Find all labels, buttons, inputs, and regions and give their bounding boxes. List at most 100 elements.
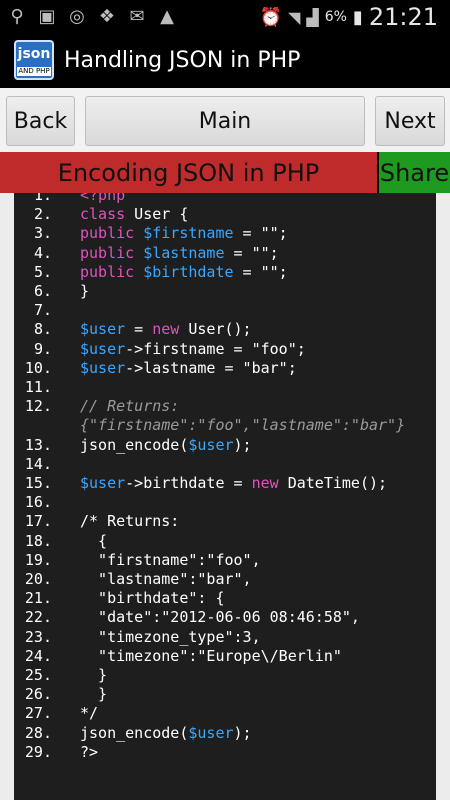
code-token: // Returns: xyxy=(80,397,180,416)
code-text: class User { xyxy=(80,205,188,224)
usb-icon: ⚲ xyxy=(10,5,24,27)
main-button[interactable]: Main xyxy=(85,96,365,146)
code-token: public xyxy=(80,262,135,281)
code-text: $user = new User(); xyxy=(80,320,252,339)
wifi-icon: ◥ xyxy=(288,7,301,27)
code-text: } xyxy=(80,666,107,685)
code-token: = ""; xyxy=(233,262,288,281)
code-text: {"firstname":"foo","lastname":"bar"} xyxy=(80,416,405,435)
line-number: 24. xyxy=(24,646,52,665)
code-token: DateTime(); xyxy=(278,474,388,492)
code-block[interactable]: 1. <?php 2. class User {3. public $firstname… xyxy=(14,193,436,800)
code-token: = ""; xyxy=(233,224,288,243)
line-number: 16. xyxy=(24,493,52,512)
code-text: $user->birthdate = new DateTime(); xyxy=(80,474,387,493)
code-text: json_encode($user); xyxy=(80,724,252,743)
line-number: 6. xyxy=(33,282,52,300)
code-text: "birthdate": { xyxy=(80,589,225,608)
code-text: public $birthdate = ""; xyxy=(80,263,288,282)
action-bar: json AND PHP Handling JSON in PHP xyxy=(0,32,450,88)
dropbox-icon: ❖ xyxy=(98,5,116,27)
line-number: 21. xyxy=(24,589,52,608)
code-token: new xyxy=(152,320,180,339)
notification-icons: ⚲ ▣ ◎ ❖ ✉ ▲ xyxy=(6,5,178,27)
code-text: "timezone":"Europe\/Berlin" xyxy=(80,647,342,666)
code-text: "firstname":"foo", xyxy=(80,551,261,570)
alarm-icon: ⏰ xyxy=(259,6,283,28)
code-text: "timezone_type":3, xyxy=(80,628,261,647)
code-text: } xyxy=(80,685,107,704)
code-text: json_encode($user); xyxy=(80,436,252,455)
code-token: new xyxy=(251,474,279,492)
code-token: $user xyxy=(80,474,126,492)
line-number: 2. xyxy=(33,205,52,224)
line-number: 25. xyxy=(24,666,52,684)
status-indicators: ⏰ ◥ ▟ 6% ▮ 21:21 xyxy=(260,3,438,31)
code-token: "birthdate": { xyxy=(80,589,225,608)
line-number: 14. xyxy=(24,454,52,473)
code-token: class xyxy=(80,205,126,224)
code-token: $user xyxy=(80,339,126,358)
code-text: $user->firstname = "foo"; xyxy=(80,340,306,359)
code-token: {"firstname":"foo","lastname":"bar"} xyxy=(80,416,406,435)
next-button[interactable]: Next xyxy=(375,96,445,146)
code-token: $birthdate xyxy=(143,262,234,281)
code-token: "timezone":"Europe\/Berlin" xyxy=(80,646,342,665)
line-number: 9. xyxy=(33,339,52,358)
code-token: } xyxy=(80,282,90,300)
code-token: $firstname xyxy=(143,224,234,243)
whatsapp-icon: ◎ xyxy=(69,5,85,27)
code-token: "firstname":"foo", xyxy=(80,550,261,569)
line-number: 12. xyxy=(24,397,52,416)
code-text: { xyxy=(80,532,107,551)
code-token: } xyxy=(80,685,108,704)
code-token: User { xyxy=(125,205,189,224)
app-icon-sublabel: AND PHP xyxy=(17,67,51,76)
line-number: 20. xyxy=(24,570,52,588)
code-token: ); xyxy=(233,723,252,742)
code-token: = xyxy=(125,320,153,339)
line-number: 5. xyxy=(33,262,52,281)
code-token: ?> xyxy=(80,742,99,761)
status-bar: ⚲ ▣ ◎ ❖ ✉ ▲ ⏰ ◥ ▟ 6% ▮ 21:21 xyxy=(0,0,450,32)
code-text: ?> xyxy=(80,743,98,762)
app-title: Handling JSON in PHP xyxy=(64,47,301,73)
code-text: "date":"2012-06-06 08:46:58", xyxy=(80,608,360,627)
code-token: $user xyxy=(80,320,126,339)
code-token: json_encode( xyxy=(80,435,189,454)
line-number: 8. xyxy=(33,320,52,339)
code-token: /* Returns: xyxy=(80,512,180,531)
code-token: = ""; xyxy=(224,243,279,262)
code-container: 1. <?php 2. class User {3. public $firstname… xyxy=(0,193,450,800)
line-number: 26. xyxy=(24,685,52,704)
signal-icon: ▟ xyxy=(306,7,319,27)
code-token: "lastname":"bar", xyxy=(80,570,252,588)
share-button[interactable]: Share xyxy=(379,152,450,193)
code-text: public $firstname = ""; xyxy=(80,224,288,243)
code-token: } xyxy=(80,666,108,684)
code-token: "timezone_type":3, xyxy=(80,627,261,646)
app-icon: json AND PHP xyxy=(14,40,54,80)
code-token: User(); xyxy=(179,320,252,339)
code-token: $user xyxy=(80,358,126,377)
code-token: <?php xyxy=(80,193,126,204)
code-token: public xyxy=(80,224,135,243)
code-text: $user->lastname = "bar"; xyxy=(80,359,297,378)
back-button[interactable]: Back xyxy=(6,96,75,146)
line-number: 27. xyxy=(24,704,52,723)
line-number: 28. xyxy=(24,723,52,742)
line-number: 19. xyxy=(24,550,52,569)
code-token: $user xyxy=(188,435,234,454)
code-token: "date":"2012-06-06 08:46:58", xyxy=(80,608,360,627)
code-text: */ xyxy=(80,704,98,723)
email-icon: ✉ xyxy=(129,5,145,27)
code-text: // Returns: xyxy=(80,397,179,416)
code-text: public $lastname = ""; xyxy=(80,244,279,263)
code-text: /* Returns: xyxy=(80,512,179,531)
line-number: 13. xyxy=(24,435,52,454)
battery-percent: 6% xyxy=(324,9,347,25)
code-token: $lastname xyxy=(143,243,225,262)
